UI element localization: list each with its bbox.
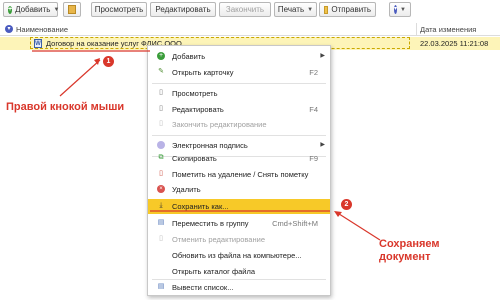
context-menu: + Добавить ▶ ✎ Открыть карточку F2 ▯ Про… [147, 45, 331, 296]
arrow-line-2 [335, 211, 381, 241]
send-button[interactable]: Отправить [319, 2, 376, 17]
view-button[interactable]: Просмотреть [91, 2, 147, 17]
arrow-head-2 [334, 211, 342, 217]
document-icon: ▯ [159, 89, 163, 96]
edit-button[interactable]: Редактировать [150, 2, 216, 17]
menu-item-add[interactable]: + Добавить ▶ [148, 49, 330, 64]
more-icon: ▾ [394, 5, 398, 14]
arrow-head-1 [94, 58, 100, 65]
table-header: ▾ Наименование Дата изменения [0, 23, 500, 36]
add-button[interactable]: + Добавить ▼ [3, 2, 60, 17]
chevron-down-icon: ▼ [53, 6, 60, 13]
more-button[interactable]: ▾ ▼ [389, 2, 411, 17]
folder-icon [68, 5, 76, 14]
signature-icon [157, 141, 165, 149]
print-button[interactable]: Печать ▼ [274, 2, 317, 17]
settings-icon[interactable]: ▾ [5, 25, 13, 33]
annotation-line-1: Сохраняем [379, 238, 440, 250]
menu-item-update-from-file[interactable]: Обновить из файла на компьютере... [148, 248, 330, 263]
annotation-right-click: Правой кнокой мыши [6, 101, 125, 113]
list-icon: ▤ [157, 283, 165, 290]
word-document-icon: W [34, 39, 42, 48]
menu-item-open-card[interactable]: ✎ Открыть карточку F2 [148, 65, 330, 80]
step-badge-1: 1 [103, 56, 114, 67]
add-folder-button[interactable] [63, 2, 81, 17]
step-badge-2: 2 [341, 199, 352, 210]
submenu-arrow-icon: ▶ [320, 53, 325, 59]
menu-item-save-as[interactable]: ⤓ Сохранить как... [148, 199, 330, 214]
chevron-down-icon: ▼ [400, 6, 406, 13]
menu-item-delete[interactable]: × Удалить [148, 182, 330, 197]
menu-item-finish-edit[interactable]: ▯ Закончить редактирование [148, 117, 330, 132]
menu-item-cancel-edit[interactable]: ▯ Отменить редактирование [148, 232, 330, 247]
submenu-arrow-icon: ▶ [320, 142, 325, 148]
menu-item-mark-delete[interactable]: ▯ Пометить на удаление / Снять пометку [148, 167, 330, 182]
plus-icon: + [8, 5, 13, 14]
mark-delete-icon: ▯ [159, 170, 163, 177]
column-date-header[interactable]: Дата изменения [420, 25, 476, 34]
edit-document-icon: ▯ [159, 105, 163, 112]
pencil-icon: ✎ [158, 68, 164, 75]
chevron-down-icon: ▼ [307, 6, 314, 13]
delete-icon: × [157, 185, 165, 193]
arrow-line-1 [59, 59, 101, 97]
annotation-save-document: Сохраняем документ [379, 238, 440, 264]
menu-item-copy[interactable]: ⧉ Скопировать F9 [148, 151, 330, 166]
download-icon: ⤓ [159, 202, 163, 209]
close-button[interactable]: Закончить [219, 2, 271, 17]
menu-item-output-list[interactable]: ▤ Вывести список... [148, 280, 330, 295]
toolbar: + Добавить ▼ Просмотреть Редактировать З… [0, 0, 500, 20]
column-divider [416, 23, 417, 35]
menu-item-move-group[interactable]: ▤ Переместить в группу Cmd+Shift+M [148, 216, 330, 231]
envelope-icon [324, 5, 329, 14]
move-icon: ▤ [157, 219, 165, 226]
finish-edit-icon: ▯ [159, 120, 163, 127]
menu-item-open-folder[interactable]: Открыть каталог файла [148, 264, 330, 279]
menu-separator [152, 83, 326, 84]
menu-separator [152, 135, 326, 136]
annotation-line-2: документ [379, 251, 431, 263]
column-name-header[interactable]: Наименование [16, 25, 68, 34]
menu-item-view[interactable]: ▯ Просмотреть [148, 86, 330, 101]
menu-item-edit[interactable]: ▯ Редактировать F4 [148, 102, 330, 117]
copy-icon: ⧉ [158, 154, 164, 161]
plus-circle-icon: + [157, 52, 165, 60]
row-date: 22.03.2025 11:21:08 [420, 39, 489, 48]
cancel-edit-icon: ▯ [159, 235, 163, 242]
